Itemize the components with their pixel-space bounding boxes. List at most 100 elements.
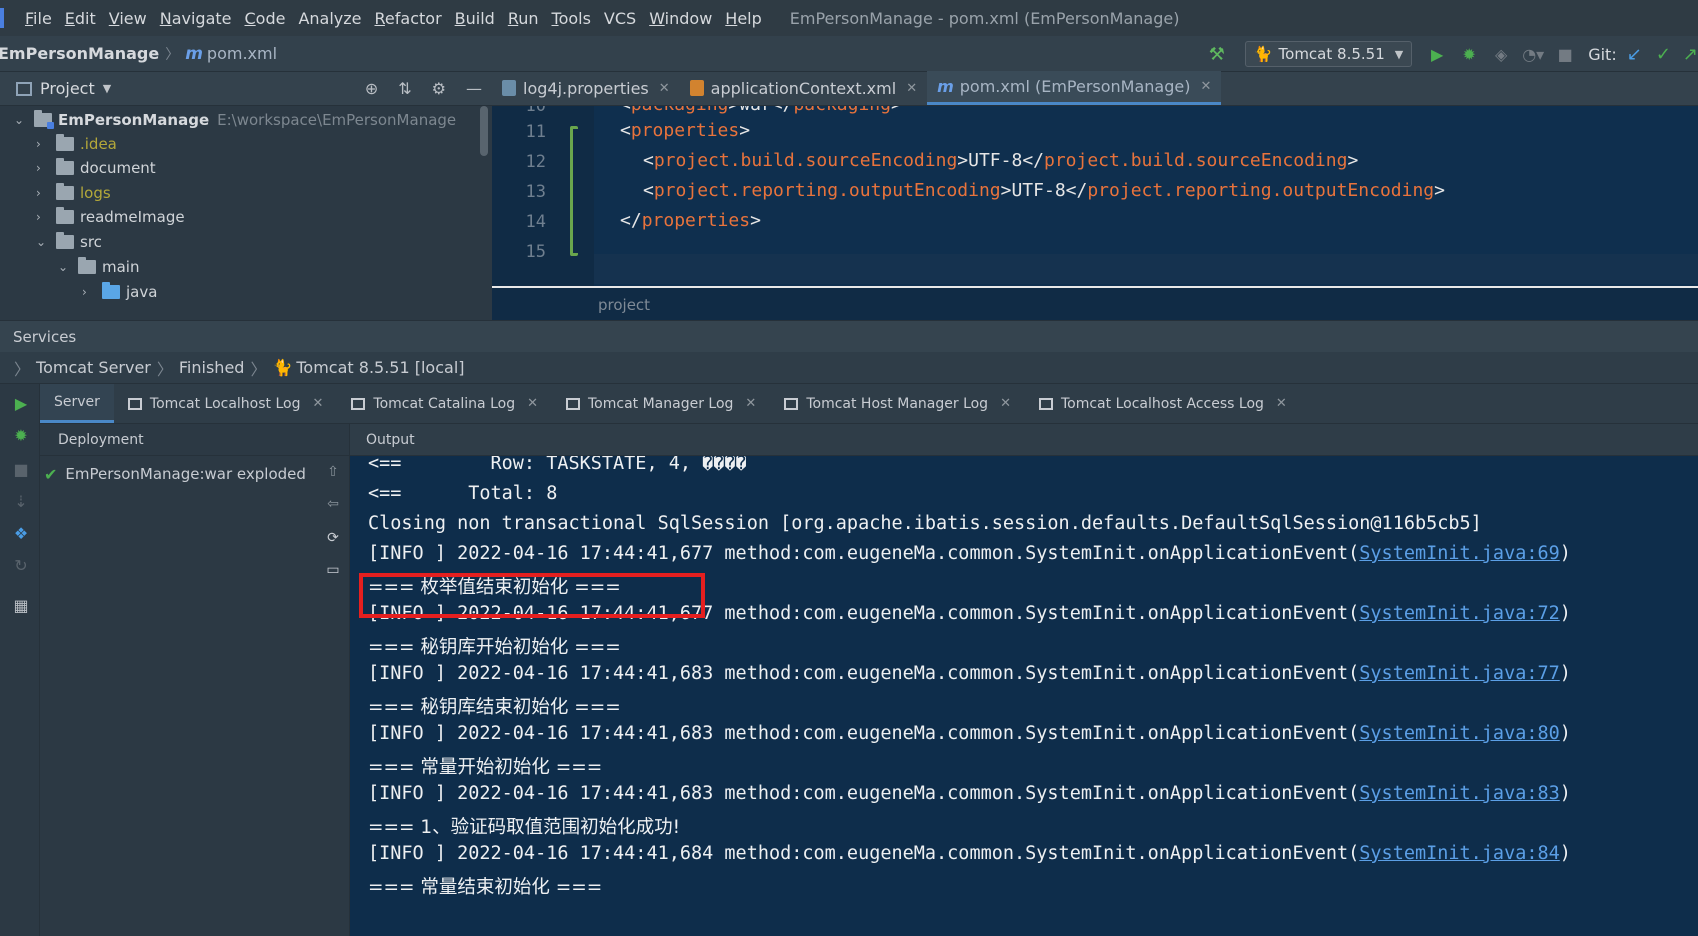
refresh-icon[interactable]: ↻ xyxy=(12,556,30,575)
deploy-icon[interactable]: ⇣ xyxy=(12,492,30,511)
chevron-down-icon[interactable]: ▼ xyxy=(103,82,111,95)
menu-vcs[interactable]: VCS xyxy=(604,9,636,28)
menu-build[interactable]: Build xyxy=(455,9,495,28)
menu-code[interactable]: Code xyxy=(245,9,286,28)
chevron-down-icon[interactable]: ⌄ xyxy=(58,260,72,274)
chevron-down-icon[interactable]: ⌄ xyxy=(14,113,28,127)
menu-analyze[interactable]: Analyze xyxy=(298,9,361,28)
console-output[interactable]: <== Row: TASKSTATE, 4, ���� <== Total: 8… xyxy=(350,456,1698,936)
tab-label: Tomcat Localhost Log xyxy=(149,395,301,412)
hide-icon[interactable]: — xyxy=(466,79,482,98)
tab-tomcat-manager-log[interactable]: Tomcat Manager Log ✕ xyxy=(552,384,770,423)
tree-item-main[interactable]: ⌄ main xyxy=(58,255,139,279)
source-link[interactable]: SystemInit.java:83 xyxy=(1359,783,1559,804)
run-configuration-select[interactable]: 🐈 Tomcat 8.5.51 ▼ xyxy=(1244,41,1413,67)
update-icon[interactable]: ⟳ xyxy=(324,530,342,548)
group-services-icon[interactable]: ❖ xyxy=(12,524,30,543)
tree-item-logs[interactable]: › logs xyxy=(36,181,111,205)
source-link[interactable]: SystemInit.java:72 xyxy=(1359,603,1559,624)
editor-breadcrumb-project[interactable]: project xyxy=(598,296,650,314)
git-push-icon[interactable]: ↗ xyxy=(1683,44,1698,65)
menu-navigate[interactable]: Navigate xyxy=(160,9,232,28)
tab-tomcat-catalina-log[interactable]: Tomcat Catalina Log ✕ xyxy=(337,384,552,423)
fold-region-marker xyxy=(570,126,578,256)
chevron-right-icon[interactable]: › xyxy=(36,161,50,175)
close-icon[interactable]: ✕ xyxy=(312,396,323,411)
gear-icon[interactable]: ⚙ xyxy=(432,79,446,98)
tree-item-document[interactable]: › document xyxy=(36,156,156,180)
close-icon[interactable]: ✕ xyxy=(659,81,670,96)
menu-tools[interactable]: Tools xyxy=(552,9,591,28)
tab-server[interactable]: Server xyxy=(40,384,114,423)
locate-icon[interactable]: ⊕ xyxy=(365,79,378,98)
menu-window[interactable]: Window xyxy=(649,9,712,28)
log-icon xyxy=(351,397,366,410)
debug-icon[interactable]: ✹ xyxy=(1460,45,1478,64)
menu-edit[interactable]: Edit xyxy=(65,9,96,28)
stop-icon[interactable]: ■ xyxy=(1556,45,1574,64)
tab-tomcat-localhost-access-log[interactable]: Tomcat Localhost Access Log ✕ xyxy=(1025,384,1301,423)
breadcrumb-file[interactable]: pom.xml xyxy=(207,44,277,63)
chevron-right-icon[interactable]: › xyxy=(36,210,50,224)
close-icon[interactable]: ✕ xyxy=(1276,396,1287,411)
close-icon[interactable]: ✕ xyxy=(906,81,917,96)
deployment-artifact[interactable]: ✔ EmPersonManage:war exploded xyxy=(44,462,306,486)
menu-refactor[interactable]: Refactor xyxy=(375,9,442,28)
breadcrumb-finished[interactable]: Finished xyxy=(179,358,245,377)
show-output-icon[interactable]: ▭ xyxy=(324,562,342,580)
menu-run[interactable]: Run xyxy=(508,9,539,28)
source-link[interactable]: SystemInit.java:80 xyxy=(1359,723,1559,744)
code-editor[interactable]: 10 11 12 13 14 15 <packaging>war</packag… xyxy=(492,106,1698,320)
close-icon[interactable]: ✕ xyxy=(1000,396,1011,411)
check-icon: ✔ xyxy=(44,464,58,484)
tree-item-idea[interactable]: › .idea xyxy=(36,132,117,156)
breadcrumb-project[interactable]: EmPersonManage xyxy=(0,44,159,63)
chevron-right-icon[interactable]: › xyxy=(36,186,50,200)
deployment-artifact-label: EmPersonManage:war exploded xyxy=(65,465,306,483)
build-hammer-icon[interactable]: ⚒ xyxy=(1209,44,1225,65)
menu-file[interactable]: File xyxy=(25,9,52,28)
tab-applicationcontext-xml[interactable]: applicationContext.xml ✕ xyxy=(680,71,927,105)
menu-help[interactable]: Help xyxy=(725,9,761,28)
move-down-icon[interactable]: ⇦ xyxy=(324,496,342,514)
git-update-icon[interactable]: ↙ xyxy=(1627,44,1642,65)
project-view-title[interactable]: Project xyxy=(40,79,95,98)
coverage-icon[interactable]: ◈ xyxy=(1492,45,1510,64)
close-icon[interactable]: ✕ xyxy=(745,396,756,411)
tree-item-src[interactable]: ⌄ src xyxy=(36,230,102,254)
chevron-right-icon[interactable]: › xyxy=(36,137,50,151)
close-icon[interactable]: ✕ xyxy=(527,396,538,411)
run-icon[interactable]: ▶ xyxy=(1428,45,1446,64)
source-link[interactable]: SystemInit.java:69 xyxy=(1359,543,1559,564)
git-commit-icon[interactable]: ✓ xyxy=(1656,44,1671,65)
move-up-icon[interactable]: ⇧ xyxy=(324,464,342,482)
source-link[interactable]: SystemInit.java:77 xyxy=(1359,663,1559,684)
folder-icon xyxy=(56,134,74,151)
source-link[interactable]: SystemInit.java:84 xyxy=(1359,843,1559,864)
breadcrumb-tomcat-server[interactable]: Tomcat Server xyxy=(36,358,151,377)
debug-icon[interactable]: ✹ xyxy=(12,426,30,445)
close-icon[interactable]: ✕ xyxy=(1200,79,1211,94)
tab-tomcat-localhost-log[interactable]: Tomcat Localhost Log ✕ xyxy=(114,384,337,423)
folder-icon xyxy=(56,207,74,224)
profile-icon[interactable]: ◔▾ xyxy=(1522,45,1544,64)
chevron-down-icon[interactable]: ⌄ xyxy=(36,235,50,249)
chevron-right-icon[interactable]: › xyxy=(82,285,96,299)
tab-pom-xml[interactable]: m pom.xml (EmPersonManage) ✕ xyxy=(927,71,1222,105)
tree-item-readmeimage[interactable]: › readmeImage xyxy=(36,205,185,229)
stop-icon[interactable]: ■ xyxy=(12,460,30,479)
tree-item-root[interactable]: ⌄ EmPersonManage E:\workspace\EmPersonMa… xyxy=(14,108,456,132)
folder-icon xyxy=(56,183,74,200)
collapse-all-icon[interactable]: ⇅ xyxy=(398,79,411,98)
layout-icon[interactable]: ▦ xyxy=(12,596,30,615)
tab-tomcat-host-manager-log[interactable]: Tomcat Host Manager Log ✕ xyxy=(770,384,1025,423)
line-number: 11 xyxy=(525,122,546,142)
menu-view[interactable]: View xyxy=(109,9,147,28)
run-icon[interactable]: ▶ xyxy=(12,394,30,413)
tree-item-java[interactable]: › java xyxy=(82,280,157,304)
breadcrumb-tomcat-local[interactable]: Tomcat 8.5.51 [local] xyxy=(296,358,464,377)
project-tree-scrollbar[interactable] xyxy=(480,106,488,156)
tab-log4j-properties[interactable]: log4j.properties ✕ xyxy=(492,71,680,105)
project-tree: ⌄ EmPersonManage E:\workspace\EmPersonMa… xyxy=(0,106,492,320)
editor-breadcrumb-bar: project xyxy=(492,286,1698,320)
